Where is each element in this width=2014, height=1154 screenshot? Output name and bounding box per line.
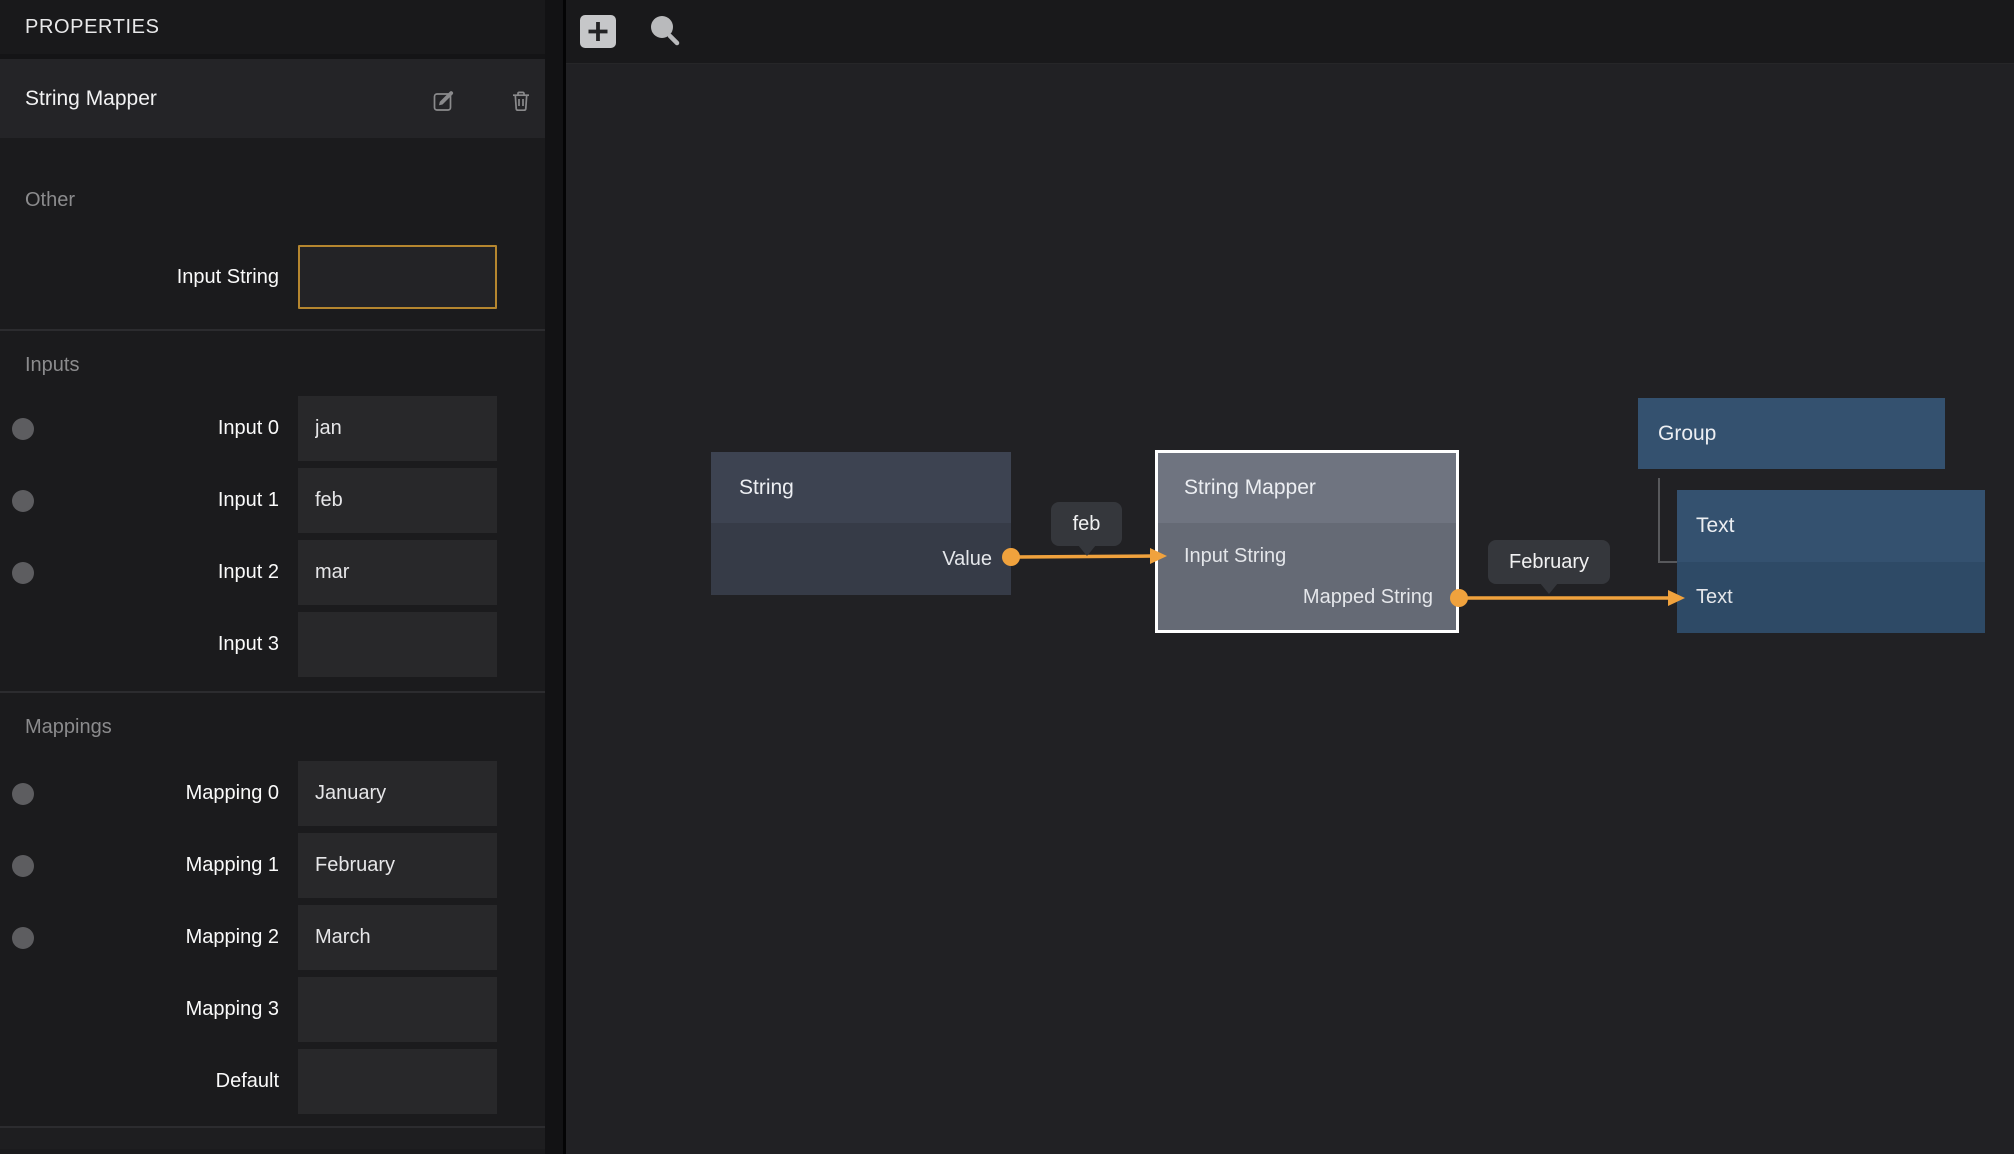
section-inputs: Inputs Input 0 Input 1 Input 2 xyxy=(0,331,545,677)
canvas-toolbar xyxy=(566,0,2014,64)
input-3-field[interactable] xyxy=(298,612,497,677)
input-string-field[interactable] xyxy=(298,245,497,309)
wire-value-text: February xyxy=(1509,551,1589,574)
output-port-label-value: Value xyxy=(942,548,992,571)
node-title: Group xyxy=(1638,398,1945,469)
wire-mapped-string-to-text xyxy=(1450,589,1685,607)
port-bullet xyxy=(12,855,34,877)
input-2-field[interactable] xyxy=(298,540,497,605)
section-other: Other Input String xyxy=(0,138,545,309)
field-label: Input 0 xyxy=(34,417,298,440)
field-label: Mapping 3 xyxy=(34,998,298,1021)
section-label-inputs: Inputs xyxy=(0,353,545,377)
mapping-2-row: Mapping 2 xyxy=(0,905,545,970)
field-label: Input 2 xyxy=(34,561,298,584)
panel-title: PROPERTIES xyxy=(0,0,545,59)
wire-value-text: feb xyxy=(1073,513,1101,536)
input-3-row: Input 3 xyxy=(0,612,545,677)
port-bullet xyxy=(12,562,34,584)
output-port-mapped-string[interactable] xyxy=(1450,589,1468,607)
node-string[interactable]: String Value xyxy=(711,452,1011,595)
node-title: String Mapper xyxy=(1158,453,1456,523)
field-label: Input 3 xyxy=(34,633,298,656)
selected-node-title: String Mapper xyxy=(25,87,157,111)
section-label-mappings: Mappings xyxy=(0,715,545,739)
mapping-2-field[interactable] xyxy=(298,905,497,970)
field-label: Input 1 xyxy=(34,489,298,512)
field-label: Mapping 2 xyxy=(34,926,298,949)
mapping-default-field[interactable] xyxy=(298,1049,497,1114)
output-port-label-mapped-string: Mapped String xyxy=(1303,585,1433,609)
field-label: Mapping 1 xyxy=(34,854,298,877)
node-title: Text xyxy=(1677,490,1985,562)
node-string-mapper-selected[interactable]: String Mapper Input String Mapped String xyxy=(1155,450,1459,633)
field-label: Default xyxy=(34,1070,298,1093)
port-bullet xyxy=(12,490,34,512)
input-string-row: Input String xyxy=(0,245,545,309)
mapping-0-field[interactable] xyxy=(298,761,497,826)
input-1-field[interactable] xyxy=(298,468,497,533)
selected-node-row[interactable]: String Mapper xyxy=(0,59,545,138)
node-text[interactable]: Text Text xyxy=(1677,490,1985,633)
input-port-label-text: Text xyxy=(1696,586,1733,609)
wire-value-tooltip: feb xyxy=(1051,502,1122,546)
port-bullet xyxy=(12,927,34,949)
field-label: Mapping 0 xyxy=(34,782,298,805)
section-mappings: Mappings Mapping 0 Mapping 1 Mapping 2 xyxy=(0,693,545,1114)
mapping-default-row: Default xyxy=(0,1049,545,1114)
input-0-field[interactable] xyxy=(298,396,497,461)
input-2-row: Input 2 xyxy=(0,540,545,605)
properties-panel: PROPERTIES String Mapper Other xyxy=(0,0,566,1154)
next-section-header xyxy=(0,1128,545,1149)
wire-value-tooltip: February xyxy=(1488,540,1610,584)
search-icon[interactable] xyxy=(645,12,685,52)
input-1-row: Input 1 xyxy=(0,468,545,533)
node-group[interactable]: Group xyxy=(1638,398,1945,469)
edit-icon[interactable] xyxy=(430,87,458,115)
input-port-label-input-string: Input String xyxy=(1184,544,1286,568)
add-node-icon[interactable] xyxy=(578,12,618,52)
port-bullet xyxy=(12,783,34,805)
mapping-1-field[interactable] xyxy=(298,833,497,898)
node-canvas[interactable]: String Value String Mapper Input String … xyxy=(566,0,2014,1154)
trash-icon[interactable] xyxy=(507,87,535,115)
sidebar-scrollbar-track[interactable] xyxy=(545,0,563,1154)
mapping-1-row: Mapping 1 xyxy=(0,833,545,898)
group-child-link xyxy=(1659,478,1677,562)
mapping-3-row: Mapping 3 xyxy=(0,977,545,1042)
mapping-3-field[interactable] xyxy=(298,977,497,1042)
mapping-0-row: Mapping 0 xyxy=(0,761,545,826)
input-string-label: Input String xyxy=(0,266,298,289)
output-port-value[interactable] xyxy=(1002,548,1020,566)
port-bullet xyxy=(12,418,34,440)
input-0-row: Input 0 xyxy=(0,396,545,461)
node-title: String xyxy=(711,452,1011,523)
section-label-other: Other xyxy=(0,188,545,212)
